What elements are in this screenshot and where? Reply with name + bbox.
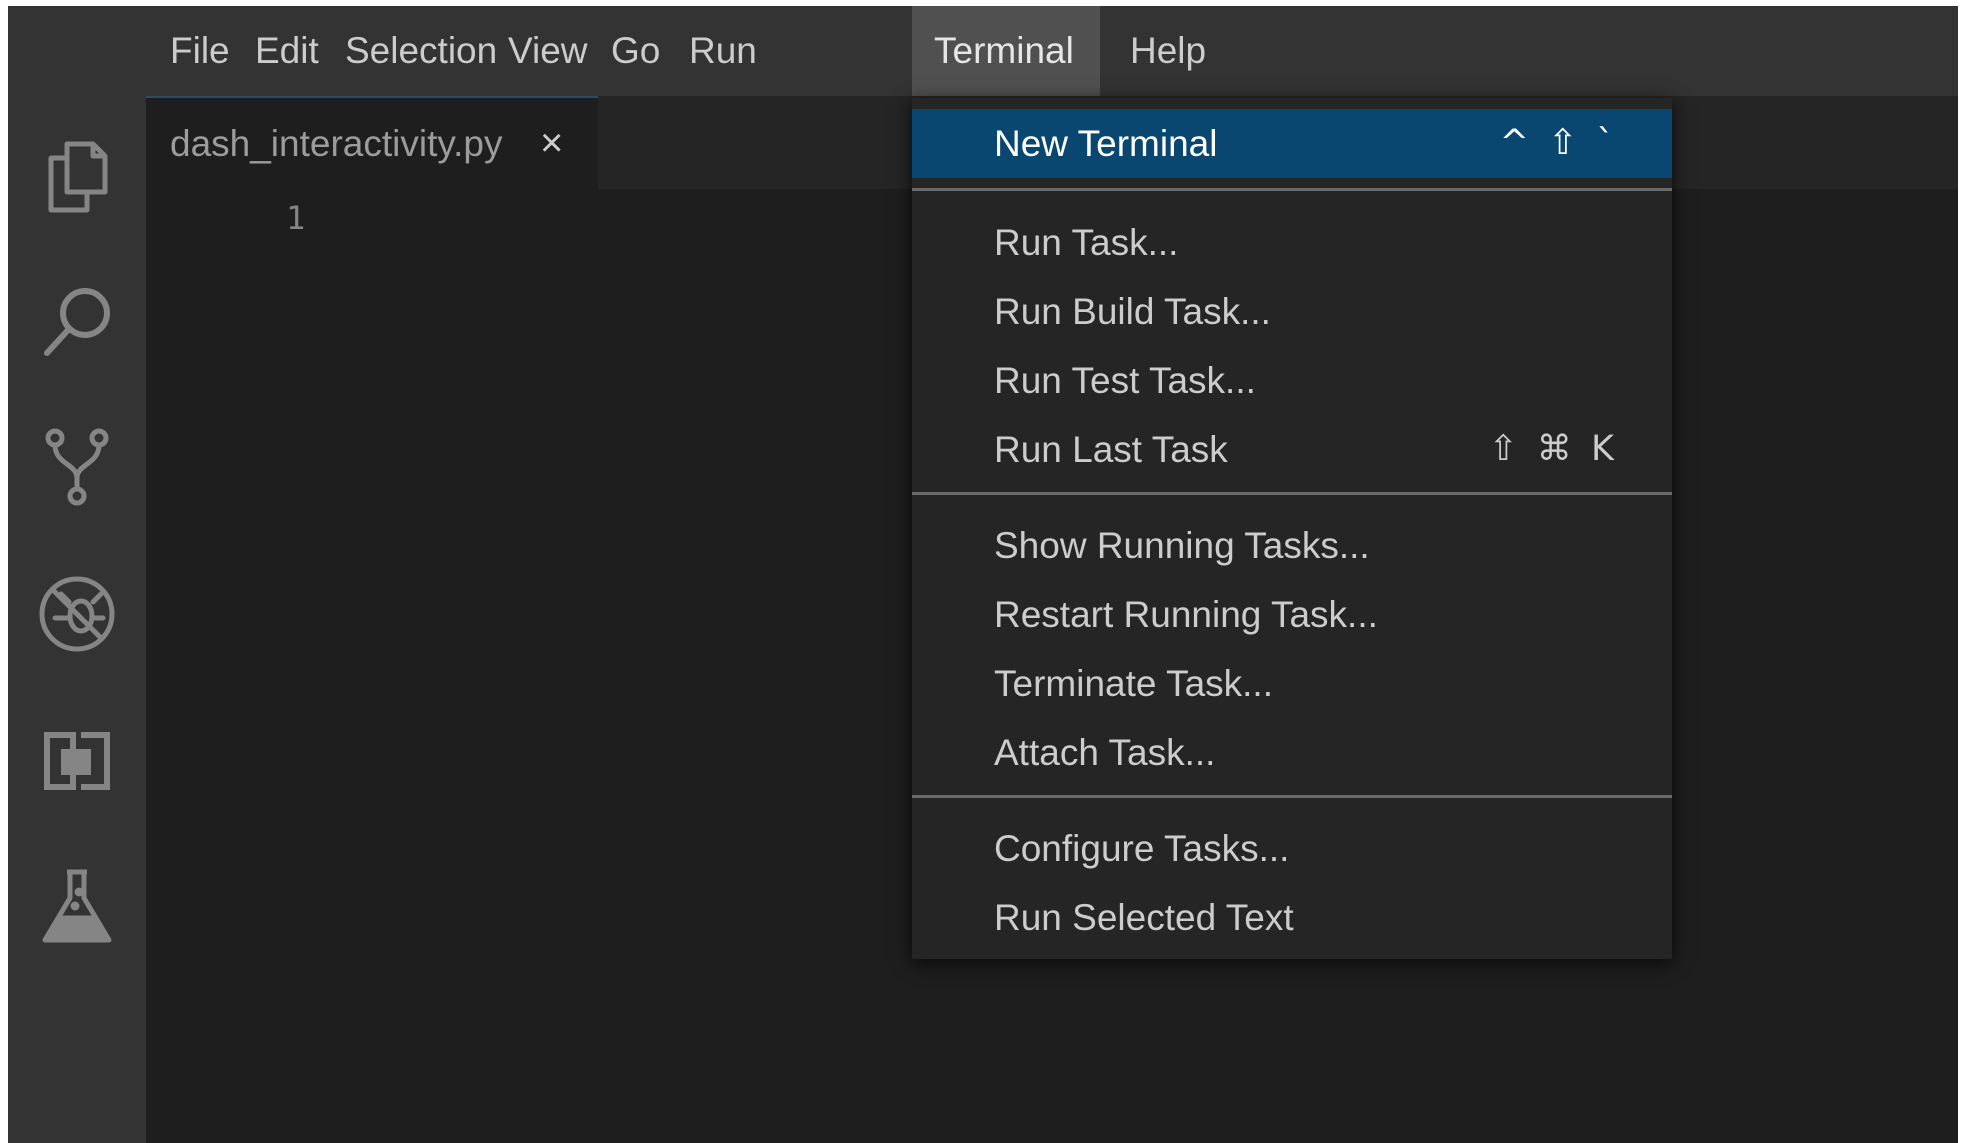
- menu-item-label: Restart Running Task...: [994, 594, 1378, 635]
- menu-item-configure-tasks[interactable]: Configure Tasks...: [912, 814, 1672, 883]
- menu-item-label: Run Task...: [994, 222, 1179, 263]
- menu-item-new-terminal[interactable]: New Terminal ^ ⇧ `: [912, 109, 1672, 178]
- debug-icon[interactable]: [37, 574, 117, 654]
- menu-item-label: Terminate Task...: [994, 663, 1273, 704]
- tab-dash-interactivity[interactable]: dash_interactivity.py ×: [146, 96, 598, 189]
- menu-item-restart-running-task[interactable]: Restart Running Task...: [912, 580, 1672, 649]
- menu-run[interactable]: Run: [667, 6, 779, 96]
- activity-bar: [8, 96, 146, 1143]
- search-icon[interactable]: [37, 281, 117, 361]
- menu-item-terminate-task[interactable]: Terminate Task...: [912, 649, 1672, 718]
- menu-item-run-last-task[interactable]: Run Last Task ⇧ ⌘ K: [912, 415, 1672, 484]
- menu-item-shortcut: ^ ⇧ `: [1499, 123, 1618, 163]
- menu-bar: File Edit Selection View Go Run Terminal…: [8, 6, 1958, 96]
- menu-item-label: Run Last Task: [994, 429, 1228, 470]
- testing-icon[interactable]: [37, 866, 117, 946]
- menu-separator: [912, 188, 1672, 191]
- menu-item-label: Show Running Tasks...: [994, 525, 1370, 566]
- menu-separator: [912, 492, 1672, 495]
- source-control-icon[interactable]: [37, 426, 117, 506]
- line-number: 1: [286, 199, 306, 237]
- menu-item-attach-task[interactable]: Attach Task...: [912, 718, 1672, 787]
- terminal-menu-dropdown: New Terminal ^ ⇧ ` Run Task... Run Build…: [912, 98, 1672, 959]
- extensions-icon[interactable]: [37, 721, 117, 801]
- menu-help[interactable]: Help: [1108, 6, 1228, 96]
- menu-item-label: Run Test Task...: [994, 360, 1256, 401]
- close-icon[interactable]: ×: [540, 98, 563, 189]
- menu-item-shortcut: ⇧ ⌘ K: [1488, 429, 1618, 469]
- menu-item-run-build-task[interactable]: Run Build Task...: [912, 277, 1672, 346]
- menu-terminal[interactable]: Terminal: [912, 6, 1100, 96]
- menu-item-run-test-task[interactable]: Run Test Task...: [912, 346, 1672, 415]
- menu-item-run-selected-text[interactable]: Run Selected Text: [912, 883, 1672, 952]
- tab-label: dash_interactivity.py: [170, 123, 503, 164]
- menu-item-label: Run Selected Text: [994, 897, 1294, 938]
- menu-item-label: New Terminal: [994, 123, 1218, 164]
- menu-item-show-running-tasks[interactable]: Show Running Tasks...: [912, 511, 1672, 580]
- menu-item-run-task[interactable]: Run Task...: [912, 208, 1672, 277]
- menu-item-label: Configure Tasks...: [994, 828, 1290, 869]
- menu-item-label: Attach Task...: [994, 732, 1216, 773]
- vscode-window: File Edit Selection View Go Run Terminal…: [8, 6, 1958, 1143]
- explorer-icon[interactable]: [37, 136, 117, 216]
- menu-separator: [912, 795, 1672, 798]
- menu-item-label: Run Build Task...: [994, 291, 1271, 332]
